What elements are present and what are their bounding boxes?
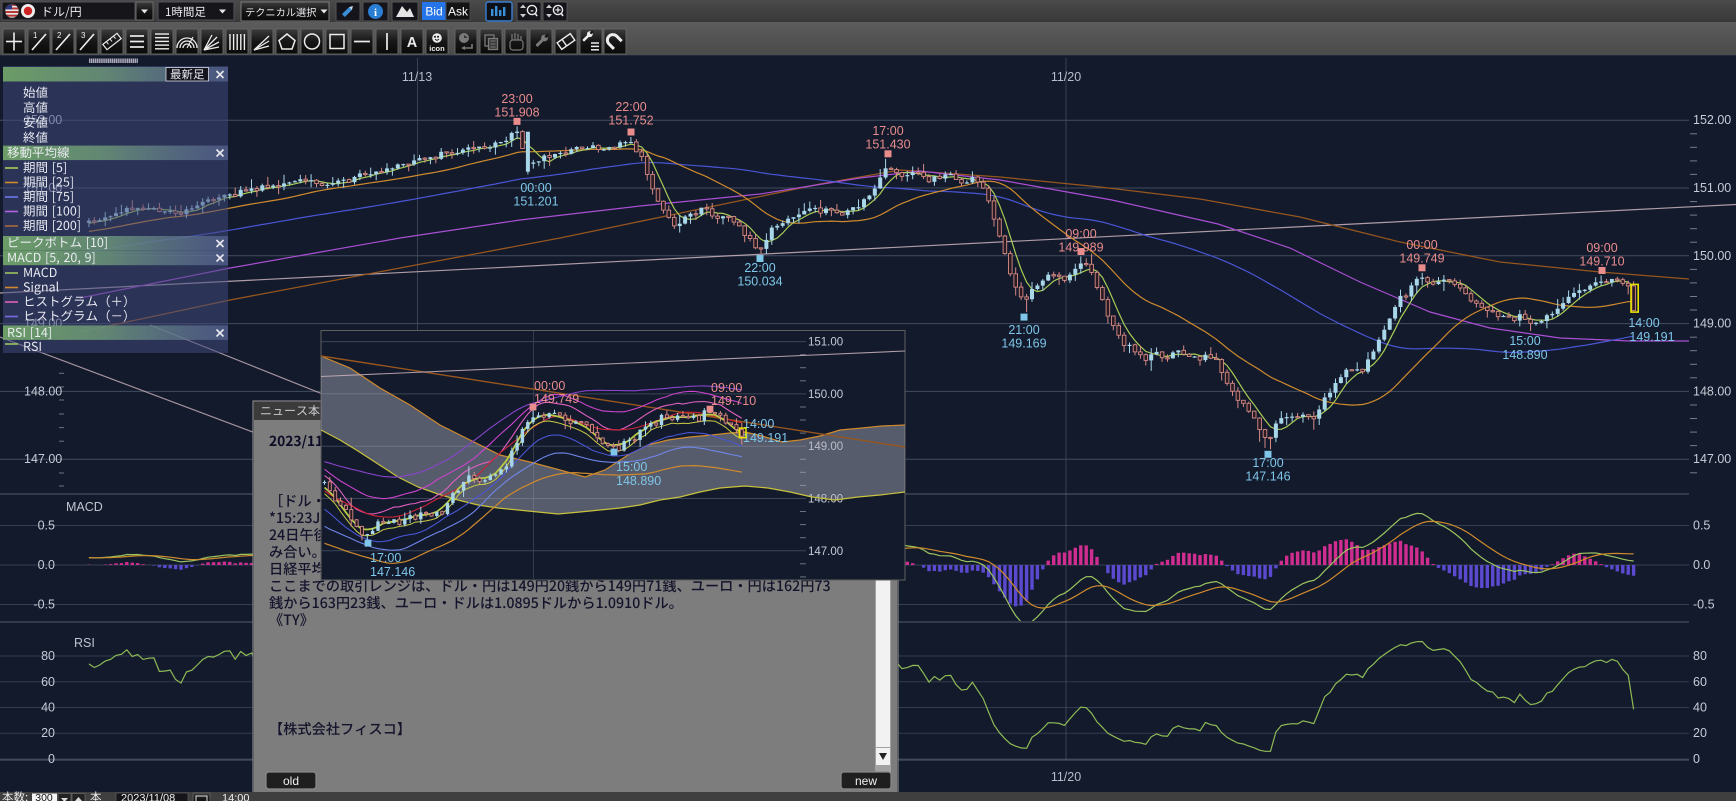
svg-text:150.034: 150.034 bbox=[737, 275, 782, 289]
svg-text:60: 60 bbox=[1693, 675, 1707, 689]
svg-text:40: 40 bbox=[41, 701, 55, 715]
svg-text:151.201: 151.201 bbox=[513, 195, 558, 209]
svg-text:80: 80 bbox=[41, 649, 55, 663]
svg-text:-0.5: -0.5 bbox=[33, 598, 55, 612]
svg-text:60: 60 bbox=[41, 675, 55, 689]
svg-text:151.430: 151.430 bbox=[865, 138, 910, 152]
svg-text:0.0: 0.0 bbox=[1693, 558, 1710, 572]
svg-text:149.00: 149.00 bbox=[1693, 317, 1731, 331]
svg-text:-0.5: -0.5 bbox=[1693, 598, 1715, 612]
svg-text:11/13: 11/13 bbox=[402, 70, 432, 84]
svg-text:149.191: 149.191 bbox=[743, 431, 788, 445]
svg-text:icon: icon bbox=[429, 44, 445, 53]
svg-text:149.169: 149.169 bbox=[1001, 337, 1046, 351]
svg-text:17:00: 17:00 bbox=[1252, 456, 1283, 470]
svg-text:new: new bbox=[855, 774, 877, 788]
svg-text:147.146: 147.146 bbox=[1245, 470, 1290, 484]
svg-text:151.00: 151.00 bbox=[808, 337, 843, 349]
svg-text:151.908: 151.908 bbox=[494, 106, 539, 120]
svg-text:0.5: 0.5 bbox=[1693, 519, 1710, 533]
svg-text:300: 300 bbox=[35, 792, 53, 801]
svg-text:2023/11/08: 2023/11/08 bbox=[121, 793, 175, 801]
svg-text:14:00: 14:00 bbox=[222, 793, 250, 801]
svg-text:i: i bbox=[374, 7, 377, 19]
svg-text:148.890: 148.890 bbox=[616, 474, 661, 488]
svg-text:-: - bbox=[530, 4, 534, 16]
svg-text:15:00: 15:00 bbox=[616, 460, 647, 474]
svg-text:09:00: 09:00 bbox=[711, 381, 742, 395]
svg-text:2: 2 bbox=[57, 31, 62, 40]
svg-text:147.00: 147.00 bbox=[1693, 452, 1731, 466]
svg-text:0: 0 bbox=[1693, 752, 1700, 766]
svg-text:152.00: 152.00 bbox=[1693, 113, 1731, 127]
svg-text:A: A bbox=[407, 35, 418, 51]
svg-text:20: 20 bbox=[1693, 726, 1707, 740]
svg-text:14:00: 14:00 bbox=[743, 417, 774, 431]
svg-text:0.5: 0.5 bbox=[38, 519, 55, 533]
svg-text:22:00: 22:00 bbox=[744, 261, 775, 275]
svg-text:22:00: 22:00 bbox=[615, 100, 646, 114]
svg-text:00:00: 00:00 bbox=[534, 379, 565, 393]
svg-text:149.191: 149.191 bbox=[1629, 330, 1674, 344]
svg-text:40: 40 bbox=[1693, 701, 1707, 715]
svg-text:17:00: 17:00 bbox=[370, 551, 401, 565]
svg-text:14:00: 14:00 bbox=[1628, 316, 1659, 330]
svg-text:151.00: 151.00 bbox=[1693, 181, 1731, 195]
svg-text:3: 3 bbox=[81, 31, 86, 40]
svg-text:Bid: Bid bbox=[425, 5, 442, 19]
svg-text:149.710: 149.710 bbox=[1579, 255, 1624, 269]
svg-text:150.00: 150.00 bbox=[808, 389, 843, 401]
svg-text:148.00: 148.00 bbox=[24, 384, 62, 398]
svg-text:149.749: 149.749 bbox=[1399, 252, 1444, 266]
svg-text:23:00: 23:00 bbox=[501, 92, 532, 106]
svg-text:20: 20 bbox=[41, 726, 55, 740]
svg-text:0: 0 bbox=[48, 752, 55, 766]
svg-text:151.752: 151.752 bbox=[608, 114, 653, 128]
svg-text:149.749: 149.749 bbox=[534, 392, 579, 406]
svg-text:148.890: 148.890 bbox=[1502, 348, 1547, 362]
svg-text:150.00: 150.00 bbox=[1693, 249, 1731, 263]
svg-text:149.710: 149.710 bbox=[711, 394, 756, 408]
svg-text:21:00: 21:00 bbox=[1008, 323, 1039, 337]
svg-text:149.989: 149.989 bbox=[1058, 241, 1103, 255]
svg-text:1: 1 bbox=[33, 31, 38, 40]
svg-text:+: + bbox=[555, 4, 561, 16]
svg-text:old: old bbox=[283, 774, 299, 788]
svg-text:0.0: 0.0 bbox=[38, 558, 55, 572]
svg-text:RSI: RSI bbox=[74, 636, 95, 650]
svg-text:148.00: 148.00 bbox=[1693, 384, 1731, 398]
svg-text:17:00: 17:00 bbox=[872, 124, 903, 138]
svg-text:09:00: 09:00 bbox=[1065, 227, 1096, 241]
svg-text:15:00: 15:00 bbox=[1509, 334, 1540, 348]
svg-text:00:00: 00:00 bbox=[520, 181, 551, 195]
svg-text:11/20: 11/20 bbox=[1051, 70, 1081, 84]
svg-text:MACD: MACD bbox=[66, 500, 103, 514]
svg-text:Ask: Ask bbox=[448, 5, 469, 19]
svg-text:11/20: 11/20 bbox=[1051, 770, 1081, 784]
svg-text:00:00: 00:00 bbox=[1406, 238, 1437, 252]
svg-text:147.00: 147.00 bbox=[24, 452, 62, 466]
svg-text:147.146: 147.146 bbox=[370, 565, 415, 579]
svg-text:80: 80 bbox=[1693, 649, 1707, 663]
svg-text:09:00: 09:00 bbox=[1586, 241, 1617, 255]
svg-text:147.00: 147.00 bbox=[808, 546, 843, 558]
